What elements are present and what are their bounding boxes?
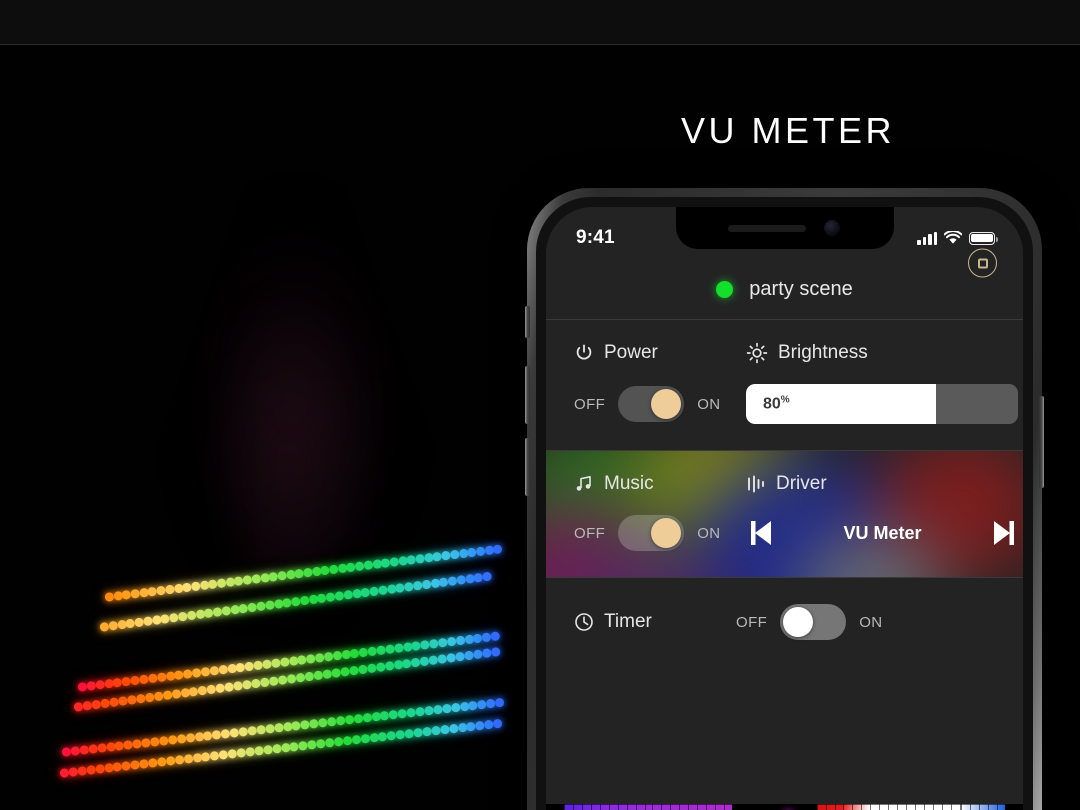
clock-icon xyxy=(575,613,593,631)
power-label: Power xyxy=(604,342,658,363)
battery-icon xyxy=(969,231,998,245)
power-toggle-knob[interactable] xyxy=(651,389,682,419)
timer-toggle-off-label: OFF xyxy=(736,613,768,631)
driver-label-group: Driver xyxy=(736,473,1023,495)
section-music: Music Driver OFF ON VU Meter xyxy=(546,450,1023,577)
wifi-icon xyxy=(944,231,962,244)
music-toggle[interactable]: OFF ON xyxy=(574,515,736,551)
section-timer: Timer OFF ON xyxy=(546,577,1023,666)
timer-toggle-cell: OFF ON xyxy=(736,604,1023,640)
scene-active-dot xyxy=(716,280,734,298)
timer-label: Timer xyxy=(604,611,652,632)
skip-previous-icon[interactable] xyxy=(746,518,780,548)
power-side-button[interactable] xyxy=(1039,396,1044,488)
driver-label: Driver xyxy=(776,473,827,494)
music-note-icon xyxy=(576,476,591,491)
screenshot-root: VU METER 9:41 party scene Power Brightne… xyxy=(0,0,1080,810)
brightness-number: 80 xyxy=(763,395,781,413)
power-label-group: Power xyxy=(546,342,736,364)
timer-toggle-on-label: ON xyxy=(859,613,883,631)
driver-nav-cell: VU Meter xyxy=(736,518,1023,548)
brightness-value: 80% xyxy=(763,394,790,413)
power-toggle-off-label: OFF xyxy=(574,395,606,413)
brightness-slider-cell: 80% xyxy=(736,384,1023,424)
music-label-group: Music xyxy=(546,473,736,495)
timer-toggle-knob[interactable] xyxy=(783,607,814,637)
music-toggle-track[interactable] xyxy=(618,515,685,551)
brightness-label-group: Brightness xyxy=(736,342,1023,364)
music-toggle-off-label: OFF xyxy=(574,524,606,542)
silence-switch-button[interactable] xyxy=(525,306,530,338)
timer-toggle[interactable]: OFF ON xyxy=(736,604,1023,640)
phone-screen: 9:41 party scene Power Brightness OFF ON… xyxy=(546,207,1023,810)
status-time: 9:41 xyxy=(576,227,615,248)
app-screen: party scene Power Brightness OFF ON 80% … xyxy=(546,207,1023,810)
scene-name: party scene xyxy=(749,277,853,300)
music-toggle-on-label: ON xyxy=(697,524,721,542)
volume-down-button[interactable] xyxy=(525,438,530,496)
status-icons xyxy=(917,231,998,245)
power-toggle[interactable]: OFF ON xyxy=(574,386,736,422)
music-glow-backdrop xyxy=(546,451,1023,577)
power-icon xyxy=(576,344,592,360)
music-toggle-cell: OFF ON xyxy=(546,515,736,551)
top-bar xyxy=(0,0,1080,45)
volume-up-button[interactable] xyxy=(525,366,530,424)
phone-mockup: 9:41 party scene Power Brightness OFF ON… xyxy=(525,188,1044,810)
signal-bars-icon xyxy=(917,231,937,245)
brightness-icon xyxy=(746,342,768,364)
equalizer-icon xyxy=(748,475,764,493)
status-bar: 9:41 xyxy=(546,207,1023,259)
caption-text: VU METER xyxy=(681,110,896,151)
led-matrix-strip xyxy=(546,804,1023,810)
power-toggle-on-label: ON xyxy=(697,395,721,413)
section-power: Power Brightness OFF ON 80% xyxy=(546,319,1023,450)
timer-toggle-track[interactable] xyxy=(780,604,847,640)
driver-current-name: VU Meter xyxy=(843,522,922,543)
brightness-slider[interactable]: 80% xyxy=(746,384,1018,424)
driver-selector: VU Meter xyxy=(746,518,1023,548)
brightness-label: Brightness xyxy=(778,342,868,363)
power-toggle-track[interactable] xyxy=(618,386,685,422)
music-label: Music xyxy=(604,473,654,494)
skip-next-icon[interactable] xyxy=(985,518,1019,548)
brightness-unit: % xyxy=(780,394,790,406)
timer-label-group: Timer xyxy=(546,611,736,633)
power-toggle-cell: OFF ON xyxy=(546,386,736,422)
music-toggle-knob[interactable] xyxy=(651,518,682,548)
